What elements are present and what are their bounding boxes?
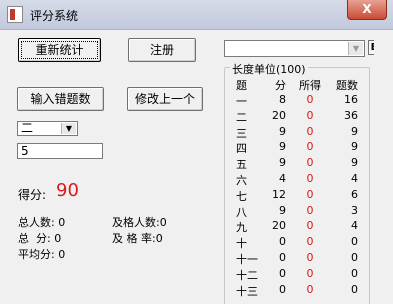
average-score-label: 平均分: 0 [18, 248, 66, 261]
table-row: 七 12 0 6 [228, 188, 368, 203]
row-count: 0 [351, 266, 358, 280]
chevron-down-icon[interactable]: ▼ [348, 42, 363, 55]
row-points: 12 [272, 187, 286, 201]
row-question: 七 [236, 189, 247, 203]
score-value: 90 [56, 180, 79, 201]
table-row: 三 9 0 9 [228, 125, 368, 140]
row-question: 五 [236, 158, 247, 172]
row-earned: 0 [306, 235, 314, 249]
row-count: 9 [351, 124, 358, 138]
row-question: 十三 [236, 284, 258, 298]
row-count: 0 [351, 235, 358, 249]
row-question: 十一 [236, 253, 258, 266]
row-earned: 0 [306, 172, 314, 185]
row-count: 36 [344, 108, 358, 122]
row-earned: 0 [306, 156, 314, 170]
table-row: 八 9 0 3 [228, 204, 368, 219]
row-question: 一 [236, 95, 247, 108]
table-row: 四 9 0 9 [228, 140, 368, 155]
window-title: 评分系统 [30, 9, 79, 23]
row-question: 九 [236, 221, 247, 235]
table-row: 五 9 0 9 [228, 156, 368, 171]
input-wrong-count-button[interactable]: 输入错题数 [17, 87, 104, 111]
row-count: 9 [351, 156, 358, 170]
table-row: 二 20 0 36 [228, 109, 368, 124]
row-points: 4 [279, 172, 286, 185]
row-count: 16 [344, 93, 358, 106]
row-points: 20 [272, 108, 286, 122]
pass-people-label: 及格人数:0 [112, 216, 167, 229]
score-label: 得分: [18, 188, 47, 202]
row-earned: 0 [306, 124, 314, 138]
table-row: 六 4 0 4 [228, 172, 368, 187]
row-earned: 0 [306, 203, 314, 217]
row-count: 6 [351, 187, 358, 201]
row-count: 0 [351, 251, 358, 264]
unit-combo[interactable]: ▼ [224, 40, 365, 57]
table-row: 九 20 0 4 [228, 219, 368, 234]
register-button[interactable]: 注册 [128, 38, 196, 62]
row-count: 9 [351, 140, 358, 154]
close-button[interactable]: X [347, 0, 387, 20]
header-points: 分 [275, 79, 286, 92]
recount-button[interactable]: 重新统计 [18, 38, 101, 62]
header-count: 题数 [336, 79, 358, 92]
row-earned: 0 [306, 140, 314, 154]
app-icon [7, 6, 23, 23]
row-earned: 0 [306, 282, 314, 296]
chevron-down-icon[interactable]: ▼ [61, 123, 76, 134]
question-select-value: 二 [21, 121, 34, 135]
table-row: 一 8 0 16 [228, 93, 368, 108]
total-people-label: 总人数: 0 [18, 216, 66, 229]
total-score-label: 总 分: 0 [18, 232, 62, 245]
row-earned: 0 [306, 187, 314, 201]
row-count: 3 [351, 203, 358, 217]
row-points: 9 [279, 156, 286, 170]
row-question: 二 [236, 110, 247, 124]
right-margin [374, 30, 393, 304]
row-count: 0 [351, 282, 358, 296]
title-bar: 评分系统 X [0, 0, 393, 30]
row-question: 四 [236, 142, 247, 156]
row-points: 0 [279, 251, 286, 264]
row-question: 六 [236, 174, 247, 187]
row-question: 十 [236, 237, 247, 251]
row-points: 9 [279, 203, 286, 217]
pass-rate-label: 及 格 率:0 [112, 232, 163, 245]
row-question: 八 [236, 205, 247, 219]
row-earned: 0 [306, 108, 314, 122]
row-earned: 0 [306, 219, 314, 233]
table-row: 十 0 0 0 [228, 235, 368, 250]
score-table-caption: 长度单位(100) [230, 61, 308, 77]
row-points: 0 [279, 282, 286, 296]
row-points: 20 [272, 219, 286, 233]
modify-previous-button[interactable]: 修改上一个 [127, 87, 203, 111]
table-row: 十三 0 0 0 [228, 283, 368, 298]
header-earned: 所得 [299, 79, 321, 92]
table-row: 十二 0 0 0 [228, 267, 368, 282]
row-points: 9 [279, 124, 286, 138]
row-question: 三 [236, 126, 247, 140]
row-points: 0 [279, 235, 286, 249]
row-count: 4 [351, 172, 358, 185]
row-points: 9 [279, 140, 286, 154]
row-question: 十二 [236, 268, 258, 282]
table-header: 题 分 所得 题数 [228, 77, 368, 92]
wrong-count-input[interactable]: 5 [17, 143, 103, 159]
row-count: 4 [351, 219, 358, 233]
header-question: 题 [236, 79, 247, 92]
row-earned: 0 [306, 266, 314, 280]
row-earned: 0 [306, 251, 314, 264]
row-earned: 0 [306, 93, 314, 106]
table-row: 十一 0 0 0 [228, 251, 368, 266]
row-points: 8 [279, 93, 286, 106]
question-select[interactable]: 二 ▼ [17, 121, 78, 136]
row-points: 0 [279, 266, 286, 280]
